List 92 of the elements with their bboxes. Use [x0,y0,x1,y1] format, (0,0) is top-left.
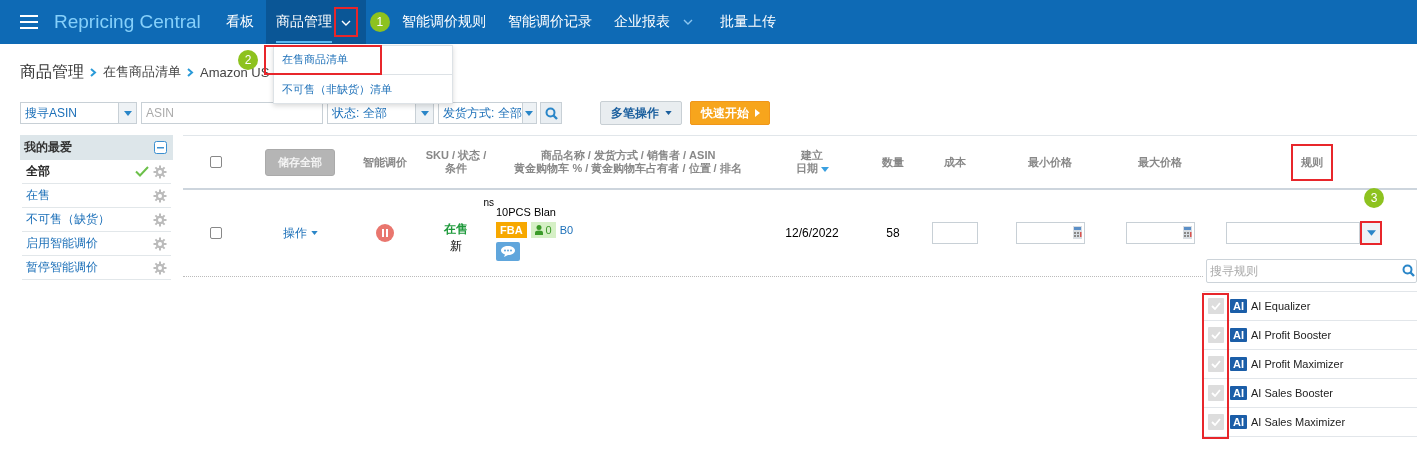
column-header: 智能调价 [363,155,407,169]
pause-icon[interactable] [376,224,394,242]
rule-option[interactable]: AI Profit Booster [1251,329,1332,341]
gear-icon[interactable] [153,164,167,179]
fulfillment-badge: FBA [496,221,527,238]
checkbox[interactable] [1208,414,1224,430]
date-text: 12/6/2022 [785,226,839,240]
ai-badge: AI [1230,357,1247,371]
rule-option[interactable]: AI Sales Maximizer [1251,416,1346,428]
search-icon [544,106,558,120]
ai-badge: AI [1230,386,1247,400]
column-header: SKU / 状态 / 条件 [425,149,487,175]
condition-text: 新 [450,238,462,255]
min-price-field[interactable] [1015,222,1085,244]
column-header: 最小价格 [1028,155,1072,169]
check-icon [1211,360,1221,368]
check-icon [1211,418,1221,426]
asin-link[interactable]: B0 [559,223,574,236]
action-menu[interactable]: 操作 [282,224,318,242]
gear-icon[interactable] [153,236,167,251]
nav-tab[interactable]: 看板 [215,0,264,44]
chevron-right-icon [187,67,194,77]
gear-icon[interactable] [153,212,167,227]
check-icon [1211,389,1221,397]
sidebar-item[interactable]: 暂停智能调价 [26,259,149,276]
ai-badge: AI [1230,299,1247,313]
person-icon [534,224,543,235]
rule-dropdown-button[interactable] [1362,223,1380,243]
max-price-field[interactable] [1125,222,1195,244]
checkbox[interactable] [209,227,222,239]
breadcrumb-item[interactable]: 商品管理 [20,61,84,83]
checkbox[interactable] [1208,298,1224,314]
step-marker: 3 [1364,188,1384,208]
caret-down-icon [1366,230,1376,236]
checkbox[interactable] [1208,327,1224,343]
breadcrumb-item[interactable]: 在售商品清单 [103,63,181,81]
column-header: 最大价格 [1138,155,1182,169]
speech-bubble-icon [501,245,515,257]
calculator-icon[interactable] [1072,226,1082,239]
column-header: 数量 [882,155,904,169]
calculator-icon[interactable] [1182,226,1192,239]
search-button[interactable] [540,102,562,124]
caret-right-icon [754,109,760,117]
column-header: 建立 日期 [795,149,829,175]
rule-option[interactable]: AI Equalizer [1251,300,1311,312]
rule-search-field[interactable]: 搜寻规则 [1206,259,1417,283]
sidebar-item[interactable]: 启用智能调价 [26,235,149,252]
checkbox[interactable] [209,156,222,168]
column-header: 成本 [944,155,966,169]
chat-button[interactable] [496,241,520,261]
chevron-right-icon [90,67,97,77]
caret-down-icon [310,231,318,235]
sidebar-item[interactable]: 在售 [26,187,149,204]
checkbox[interactable] [1208,356,1224,372]
nav-tab[interactable]: 智能调价规则 [391,0,496,44]
column-header: 规则 [1292,145,1331,179]
rule-field[interactable] [1226,222,1360,244]
status-text: 在售 [444,221,468,238]
menu-icon[interactable] [20,15,38,29]
nav-tab[interactable]: 批量上传 [709,0,786,44]
chevron-down-icon[interactable] [335,9,356,35]
search-field[interactable]: ASIN [141,102,323,124]
menu-item[interactable]: 不可售（非缺货）清单 [274,75,452,103]
quantity-text: 58 [886,226,900,240]
step-marker: 1 [369,12,390,32]
seller-count-badge: 0 [530,221,556,238]
check-icon [135,166,149,177]
sidebar-item[interactable]: 不可售（缺货） [26,211,149,228]
ai-badge: AI [1230,415,1247,429]
product-title: 10PCS Blan [496,205,557,218]
sku-text: ns [483,197,494,208]
collapse-icon[interactable] [154,141,167,154]
rule-option[interactable]: AI Sales Booster [1251,387,1333,399]
nav-tab[interactable]: 企业报表 [603,0,708,44]
check-icon [1211,331,1221,339]
sort-icon[interactable] [820,166,829,172]
gear-icon[interactable] [153,260,167,275]
app-logo: Repricing Central [54,11,201,33]
ai-badge: AI [1230,328,1247,342]
search-icon[interactable] [1402,264,1415,277]
column-header: 商品名称 / 发货方式 / 销售者 / ASIN 黄金购物车 % / 黄金购物车占有者 / 位置 / 排名 [514,149,742,175]
rule-option[interactable]: AI Profit Maximizer [1251,358,1344,370]
sidebar-header: 我的最爱 [24,139,72,156]
caret-down-icon [664,111,672,115]
nav-tab[interactable]: 商品管理 [265,0,366,44]
gear-icon[interactable] [153,188,167,203]
bulk-actions-button[interactable]: 多笔操作 [600,101,682,125]
cost-field[interactable] [932,222,978,244]
sidebar-item[interactable]: 全部 [26,163,131,180]
check-icon [1211,302,1221,310]
checkbox[interactable] [1208,385,1224,401]
nav-tab[interactable]: 智能调价记录 [497,0,602,44]
